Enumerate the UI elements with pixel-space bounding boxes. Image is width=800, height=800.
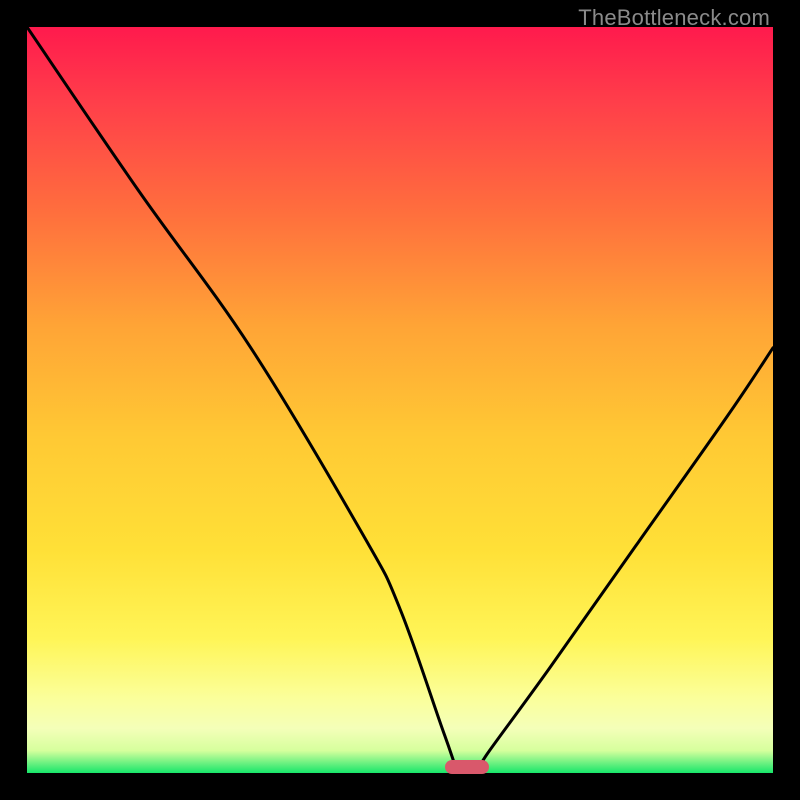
optimal-marker (445, 760, 489, 774)
curve-layer (27, 27, 773, 773)
plot-area (27, 27, 773, 773)
chart-frame: TheBottleneck.com (0, 0, 800, 800)
bottleneck-curve (27, 27, 773, 773)
